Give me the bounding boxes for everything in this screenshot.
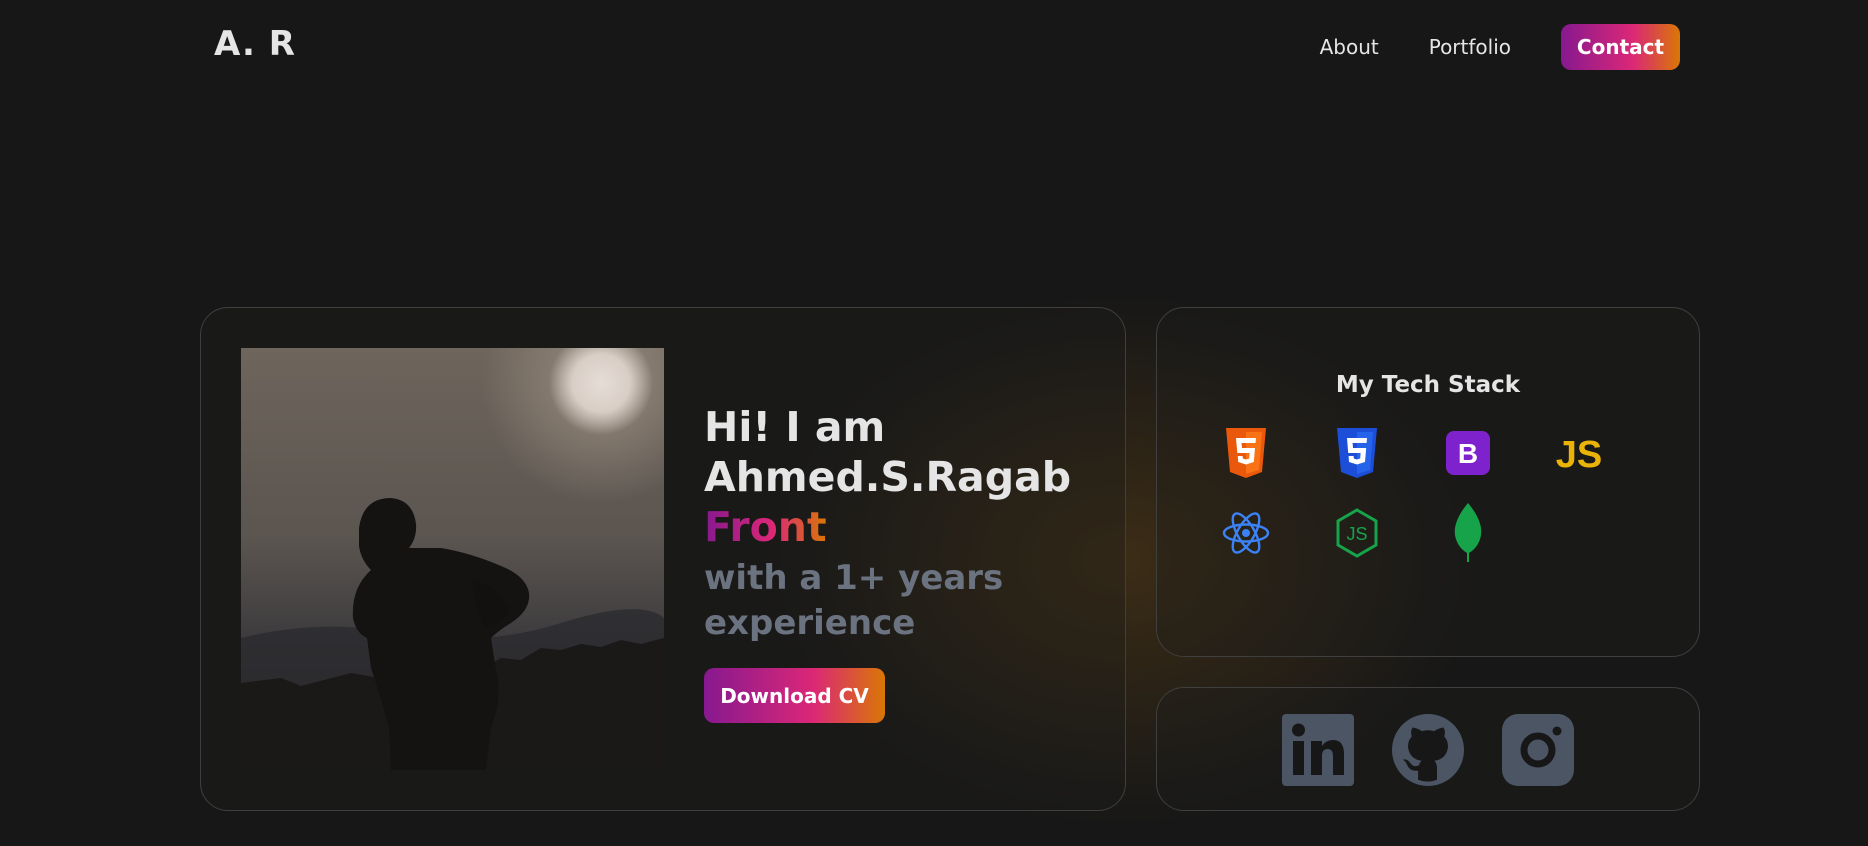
profile-photo (241, 348, 664, 770)
javascript-icon: JS (1554, 428, 1604, 478)
svg-text:JS: JS (1556, 434, 1602, 475)
page: A. R About Portfolio Contact Hi! I am Ah… (0, 0, 1868, 846)
download-cv-button[interactable]: Download CV (704, 668, 885, 723)
hero-card: Hi! I am Ahmed.S.Ragab Front with a 1+ y… (200, 307, 1126, 811)
html5-icon (1221, 428, 1271, 478)
hero-text: Hi! I am Ahmed.S.Ragab Front with a 1+ y… (704, 402, 1071, 723)
experience-line-2: experience (704, 603, 916, 643)
greeting-line-1: Hi! I am (704, 403, 886, 451)
role-title: Front (704, 503, 827, 551)
react-icon (1221, 508, 1271, 558)
instagram-icon[interactable] (1502, 712, 1574, 788)
social-links (1282, 712, 1612, 788)
social-links-card (1156, 687, 1700, 811)
svg-text:B: B (1458, 438, 1478, 469)
tech-stack-title: My Tech Stack (1335, 372, 1521, 398)
css3-icon (1332, 428, 1382, 478)
site-logo[interactable]: A. R (214, 24, 296, 64)
main-nav: About Portfolio Contact (1320, 24, 1680, 70)
mongodb-icon (1443, 503, 1493, 562)
contact-button[interactable]: Contact (1561, 24, 1680, 70)
github-icon[interactable] (1392, 712, 1464, 788)
experience-line-1: with a 1+ years (704, 558, 1004, 598)
tech-stack-grid: B JS JS (1221, 428, 1604, 562)
linkedin-icon[interactable] (1282, 712, 1354, 788)
svg-text:JS: JS (1346, 524, 1367, 544)
nav-about-link[interactable]: About (1320, 35, 1379, 59)
greeting-name: Ahmed.S.Ragab (704, 453, 1072, 501)
tech-stack-card: My Tech Stack B JS JS (1156, 307, 1700, 657)
nav-portfolio-link[interactable]: Portfolio (1429, 35, 1511, 59)
nodejs-icon: JS (1332, 508, 1382, 558)
bootstrap-icon: B (1443, 428, 1493, 478)
